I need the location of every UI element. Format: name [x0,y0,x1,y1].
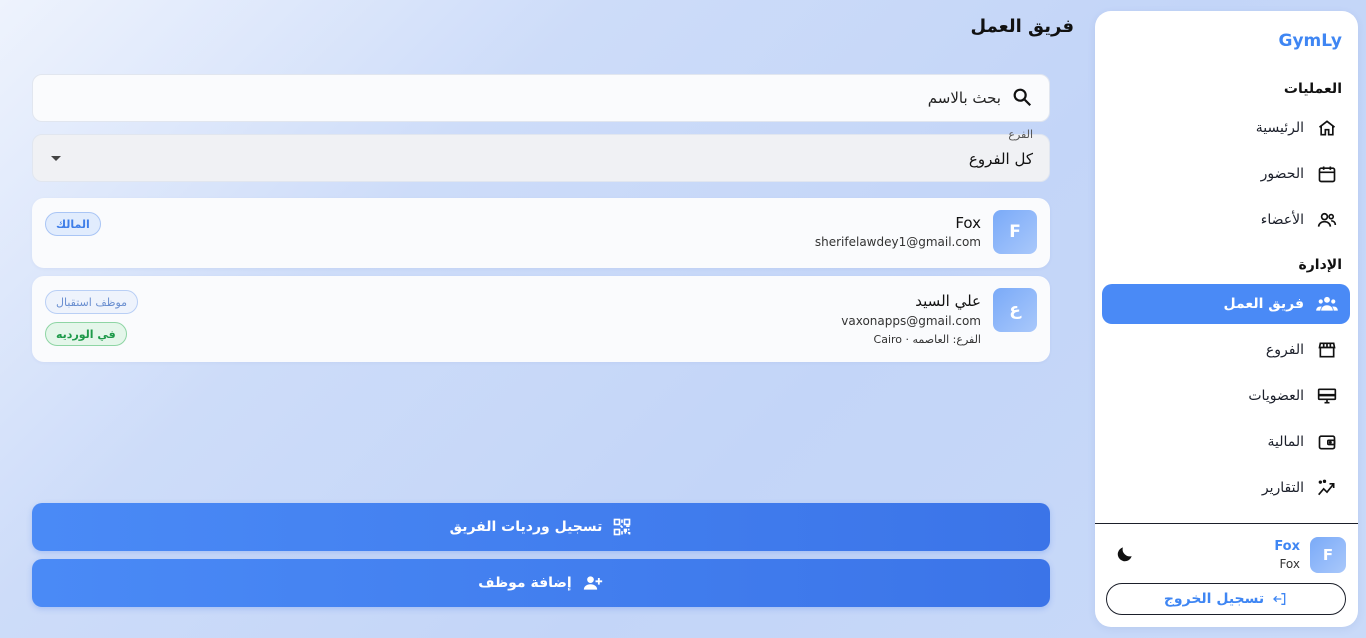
chevron-down-icon [51,156,61,161]
sidebar-item-label: العضويات [1248,388,1304,404]
sidebar-item-label: فريق العمل [1223,296,1304,312]
staff-email: vaxonapps@gmail.com [841,314,981,328]
add-staff-button[interactable]: إضافة موظف [32,559,1050,607]
search-input[interactable] [33,89,1001,107]
add-user-icon [582,573,604,593]
record-shifts-button[interactable]: تسجيل ورديات الفريق [32,503,1050,551]
sidebar-divider [1095,523,1358,524]
avatar: ع [993,288,1037,332]
home-icon [1316,117,1338,139]
branch-select[interactable]: الفرع كل الفروع [32,128,1050,182]
sidebar-item-label: الرئيسية [1255,120,1304,136]
calendar-icon [1316,163,1338,185]
search-box [32,74,1050,122]
staff-card[interactable]: ع علي السيد vaxonapps@gmail.com الفرع: ا… [32,276,1050,362]
wallet-icon [1316,431,1338,453]
sidebar-item-members[interactable]: الأعضاء [1102,200,1350,240]
page-title: فريق العمل [970,16,1074,37]
store-icon [1316,339,1338,361]
staff-card[interactable]: F Fox sherifelawdey1@gmail.com المالك [32,198,1050,268]
role-badge: موظف استقبال [45,290,139,314]
logout-button[interactable]: تسجيل الخروج [1106,583,1346,615]
staff-name: علي السيد [915,292,981,310]
sidebar-item-finance[interactable]: المالية [1102,422,1350,462]
sidebar-item-attendance[interactable]: الحضور [1102,154,1350,194]
logout-label: تسجيل الخروج [1163,591,1265,607]
section-title-operations: العمليات [1283,81,1342,97]
sidebar-item-home[interactable]: الرئيسية [1102,108,1350,148]
staff-email: sherifelawdey1@gmail.com [814,235,981,249]
status-badge: في الورديه [45,322,127,346]
sidebar-item-memberships[interactable]: العضويات [1102,376,1350,416]
qr-code-icon [612,517,632,537]
staff-name: Fox [955,214,981,232]
user-subtitle: Fox [1279,557,1300,571]
users-icon [1316,209,1338,231]
brand-logo[interactable]: GymLy [1278,31,1342,51]
sidebar-item-branches[interactable]: الفروع [1102,330,1350,370]
moon-icon [1115,547,1135,568]
avatar: F [993,210,1037,254]
record-shifts-label: تسجيل ورديات الفريق [449,519,603,535]
add-staff-label: إضافة موظف [478,575,572,591]
sidebar-item-label: المالية [1267,434,1304,450]
staff-branch: الفرع: العاصمه · Cairo [873,333,981,346]
user-name: Fox [1274,539,1300,554]
search-icon [1011,86,1035,110]
branch-select-value: كل الفروع [968,150,1033,168]
sidebar-item-label: الأعضاء [1260,212,1304,228]
sidebar-item-label: الفروع [1265,342,1304,358]
sidebar-item-reports[interactable]: التقارير [1102,468,1350,508]
logout-icon [1272,591,1288,607]
section-title-management: الإدارة [1298,257,1342,273]
role-badge: المالك [45,212,101,236]
trend-icon [1316,477,1338,499]
sidebar-item-label: الحضور [1260,166,1304,182]
branch-select-label: الفرع [1008,128,1033,141]
team-icon [1316,293,1338,315]
card-icon [1316,385,1338,407]
sidebar: GymLy العمليات الرئيسية الحضور الأعضاء ا… [1095,11,1358,627]
sidebar-item-team[interactable]: فريق العمل [1102,284,1350,324]
sidebar-item-label: التقارير [1261,480,1304,496]
dark-mode-toggle[interactable] [1115,544,1137,566]
avatar: F [1310,537,1346,573]
